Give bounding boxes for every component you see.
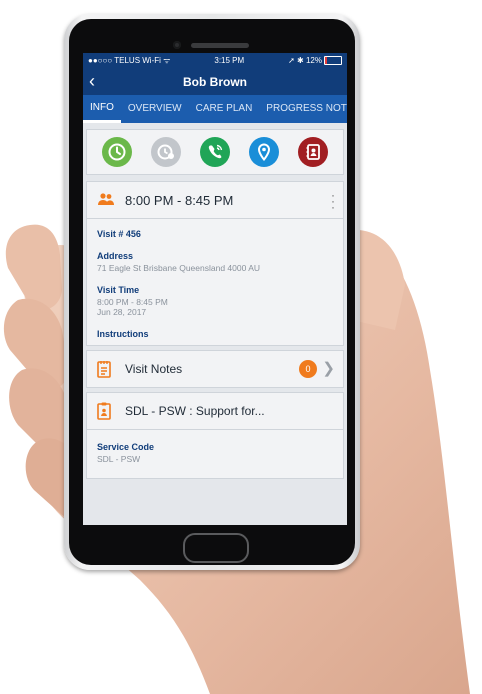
tab-info[interactable]: INFO: [83, 95, 121, 123]
phone-icon[interactable]: [199, 137, 230, 167]
notes-count-badge: 0: [299, 360, 317, 378]
caregivers-icon: [98, 193, 114, 205]
battery-icon: [323, 56, 342, 66]
visit-time-range: 8:00 PM - 8:45 PM: [125, 192, 234, 208]
service-card: SDL - PSW : Support for... Service Code …: [86, 392, 344, 479]
front-camera: [173, 41, 181, 49]
tab-progress-notes[interactable]: PROGRESS NOT: [259, 95, 347, 123]
status-right: ➚ ✱ 12%: [288, 56, 342, 66]
clock-label: 3:15 PM: [214, 56, 245, 65]
tab-care-plan[interactable]: CARE PLAN: [189, 95, 260, 123]
instructions-label: Instructions: [97, 329, 149, 339]
status-bar: ●●○○○ TELUS Wi-Fi ᯤ 3:15 PM ➚ ✱ 12%: [83, 53, 347, 68]
visit-card-header[interactable]: 8:00 PM - 8:45 PM · · ·: [87, 182, 343, 219]
notepad-icon: [97, 361, 111, 378]
earpiece-speaker: [191, 43, 249, 48]
visit-time-value: 8:00 PM - 8:45 PM: [97, 297, 168, 307]
visit-card: 8:00 PM - 8:45 PM · · · Visit # 456 Addres…: [86, 181, 344, 346]
visit-notes-row[interactable]: Visit Notes 0 ❯: [86, 350, 344, 388]
service-code-label: Service Code: [97, 442, 155, 452]
visit-date-value: Jun 28, 2017: [97, 307, 147, 317]
address-label: Address: [97, 251, 134, 261]
action-icon-row: [86, 129, 344, 175]
page-title: Bob Brown: [183, 74, 247, 89]
visit-time-label: Visit Time: [97, 285, 140, 295]
service-code-value: SDL - PSW: [97, 454, 141, 464]
tab-overview[interactable]: OVERVIEW: [121, 95, 189, 123]
visit-number: Visit # 456: [97, 229, 141, 239]
carrier-label: ●●○○○ TELUS Wi-Fi ᯤ: [88, 56, 171, 65]
address-value: 71 Eagle St Brisbane Queensland 4000 AU: [97, 263, 261, 273]
contact-card-icon[interactable]: [297, 137, 328, 167]
tab-bar: INFO OVERVIEW CARE PLAN PROGRESS NOT: [83, 95, 347, 123]
nav-bar: ‹ Bob Brown: [83, 68, 347, 95]
service-card-header[interactable]: SDL - PSW : Support for...: [87, 393, 343, 430]
clock-history-icon[interactable]: [151, 137, 182, 167]
chevron-right-icon: ❯: [322, 360, 335, 377]
location-pin-icon[interactable]: [248, 137, 279, 167]
service-title: SDL - PSW : Support for...: [125, 404, 265, 418]
home-button[interactable]: [183, 533, 249, 563]
clock-icon[interactable]: [102, 137, 133, 167]
visit-notes-label: Visit Notes: [125, 362, 183, 376]
more-options-icon[interactable]: · · ·: [331, 189, 335, 213]
service-badge-icon: [97, 402, 111, 420]
back-button[interactable]: ‹: [89, 72, 95, 90]
app-screen: ●●○○○ TELUS Wi-Fi ᯤ 3:15 PM ➚ ✱ 12% ‹ Bo…: [83, 53, 347, 525]
